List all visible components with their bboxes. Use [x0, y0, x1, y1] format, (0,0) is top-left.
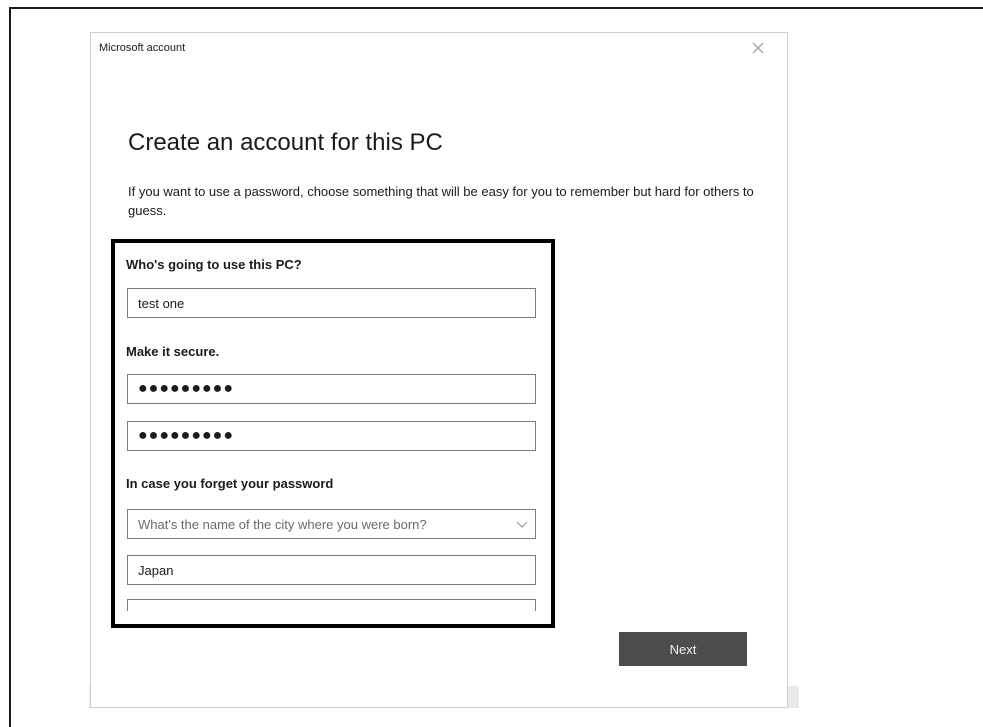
recovery-section-label: In case you forget your password	[126, 476, 334, 491]
chevron-down-icon	[516, 521, 528, 528]
security-question-dropdown[interactable]: What's the name of the city where you we…	[127, 509, 536, 539]
password-field[interactable]	[127, 374, 536, 404]
username-field[interactable]	[127, 288, 536, 318]
next-button[interactable]: Next	[619, 632, 747, 666]
page-title: Create an account for this PC	[128, 129, 443, 156]
secure-section-label: Make it secure.	[126, 344, 220, 359]
security-question-selected: What's the name of the city where you we…	[138, 516, 427, 532]
security-answer-field[interactable]	[127, 555, 536, 585]
user-section-label: Who's going to use this PC?	[126, 257, 302, 272]
window-title: Microsoft account	[99, 42, 186, 54]
partial-field-next-question[interactable]	[127, 599, 536, 611]
description-text: If you want to use a password, choose so…	[128, 184, 754, 218]
titlebar: Microsoft account	[91, 33, 787, 61]
confirm-password-field[interactable]	[127, 421, 536, 451]
close-icon[interactable]	[749, 39, 767, 57]
